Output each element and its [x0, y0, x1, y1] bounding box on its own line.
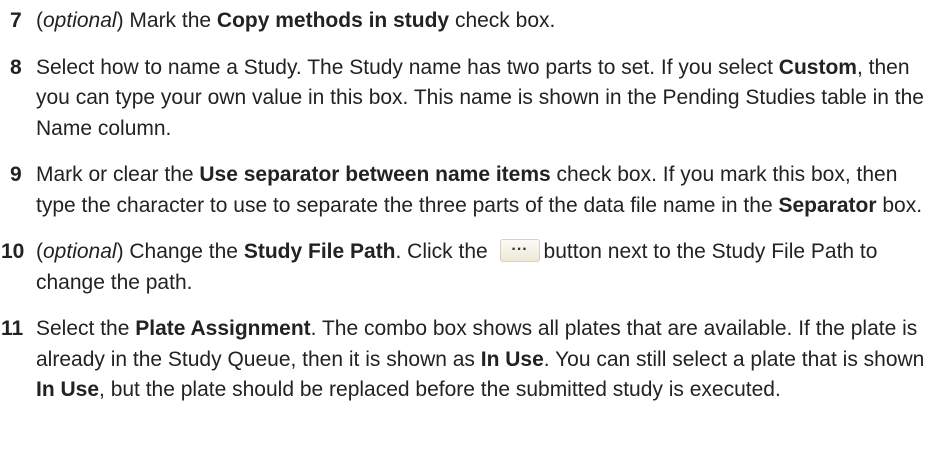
- step-8: 8 Select how to name a Study. The Study …: [0, 53, 940, 145]
- text-run: Select the: [36, 317, 136, 340]
- text-run: . You can still select a plate that is s…: [543, 347, 925, 371]
- ui-term: Plate Assignment: [135, 317, 311, 340]
- text-run: box.: [876, 193, 923, 217]
- step-7: 7 (optional) Mark the Copy methods in st…: [0, 6, 940, 37]
- step-text: (optional) Mark the Copy methods in stud…: [36, 6, 940, 37]
- step-10: 10 (optional) Change the Study File Path…: [0, 237, 940, 298]
- step-number: 8: [10, 55, 22, 79]
- step-11: 11 Select the Plate Assignment. The comb…: [0, 314, 940, 406]
- step-text: Select the Plate Assignment. The combo b…: [36, 314, 940, 406]
- ui-term: Separator: [778, 193, 877, 217]
- step-text: Select how to name a Study. The Study na…: [36, 53, 940, 145]
- instruction-document: 7 (optional) Mark the Copy methods in st…: [0, 0, 940, 461]
- browse-button-label: ...: [511, 237, 528, 254]
- step-number: 11: [1, 317, 24, 340]
- ui-term: In Use: [36, 378, 100, 401]
- text-run: (: [36, 240, 43, 263]
- text-run: Select how to name a Study. The Study na…: [36, 55, 779, 79]
- step-text: (optional) Change the Study File Path. C…: [36, 237, 940, 298]
- text-run: (: [36, 9, 43, 32]
- step-number: 10: [1, 240, 25, 263]
- ui-term: Study File Path: [243, 240, 396, 263]
- ui-term: Copy methods in study: [216, 9, 450, 32]
- optional-label: optional: [43, 240, 117, 263]
- ui-term: Use separator between name items: [199, 163, 551, 186]
- text-run: , but the plate should be replaced befor…: [99, 378, 781, 401]
- browse-button[interactable]: ...: [499, 237, 540, 262]
- text-run: ) Change the: [116, 240, 244, 263]
- ui-term: Custom: [778, 55, 857, 79]
- step-number: 7: [10, 9, 22, 32]
- text-run: ) Mark the: [116, 9, 217, 32]
- text-run: Mark or clear the: [36, 163, 200, 186]
- ui-term: In Use: [480, 347, 544, 371]
- text-run: . Click the: [395, 240, 494, 263]
- step-text: Mark or clear the Use separator between …: [36, 160, 940, 221]
- text-run: check box.: [449, 9, 556, 32]
- step-number: 9: [10, 163, 22, 186]
- step-9: 9 Mark or clear the Use separator betwee…: [0, 160, 940, 221]
- optional-label: optional: [43, 9, 117, 32]
